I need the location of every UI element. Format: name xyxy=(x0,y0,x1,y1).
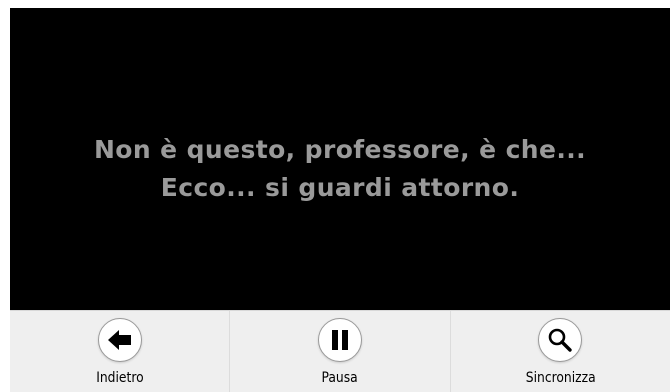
pause-icon xyxy=(331,330,348,350)
subtitle-block: Non è questo, professore, è che... Ecco.… xyxy=(94,131,586,207)
pause-button-label: Pausa xyxy=(321,370,359,386)
subtitle-line-1: Non è questo, professore, è che... xyxy=(93,135,587,164)
search-icon xyxy=(549,328,573,352)
sync-button-circle[interactable] xyxy=(538,318,583,362)
bottom-toolbar: Indietro Pausa Sincronizza xyxy=(10,310,670,392)
pause-button[interactable]: Pausa xyxy=(230,311,451,392)
pause-button-circle[interactable] xyxy=(317,318,362,362)
back-button-label: Indietro xyxy=(95,370,144,386)
sync-button-label: Sincronizza xyxy=(525,370,596,386)
app-window: Non è questo, professore, è che... Ecco.… xyxy=(0,0,670,392)
back-button[interactable]: Indietro xyxy=(10,311,231,392)
arrow-left-icon xyxy=(107,330,131,350)
video-area[interactable]: Non è questo, professore, è che... Ecco.… xyxy=(10,8,670,310)
subtitle-line-2: Ecco... si guardi attorno. xyxy=(160,173,520,202)
sync-button[interactable]: Sincronizza xyxy=(451,311,670,392)
back-button-circle[interactable] xyxy=(97,318,142,362)
